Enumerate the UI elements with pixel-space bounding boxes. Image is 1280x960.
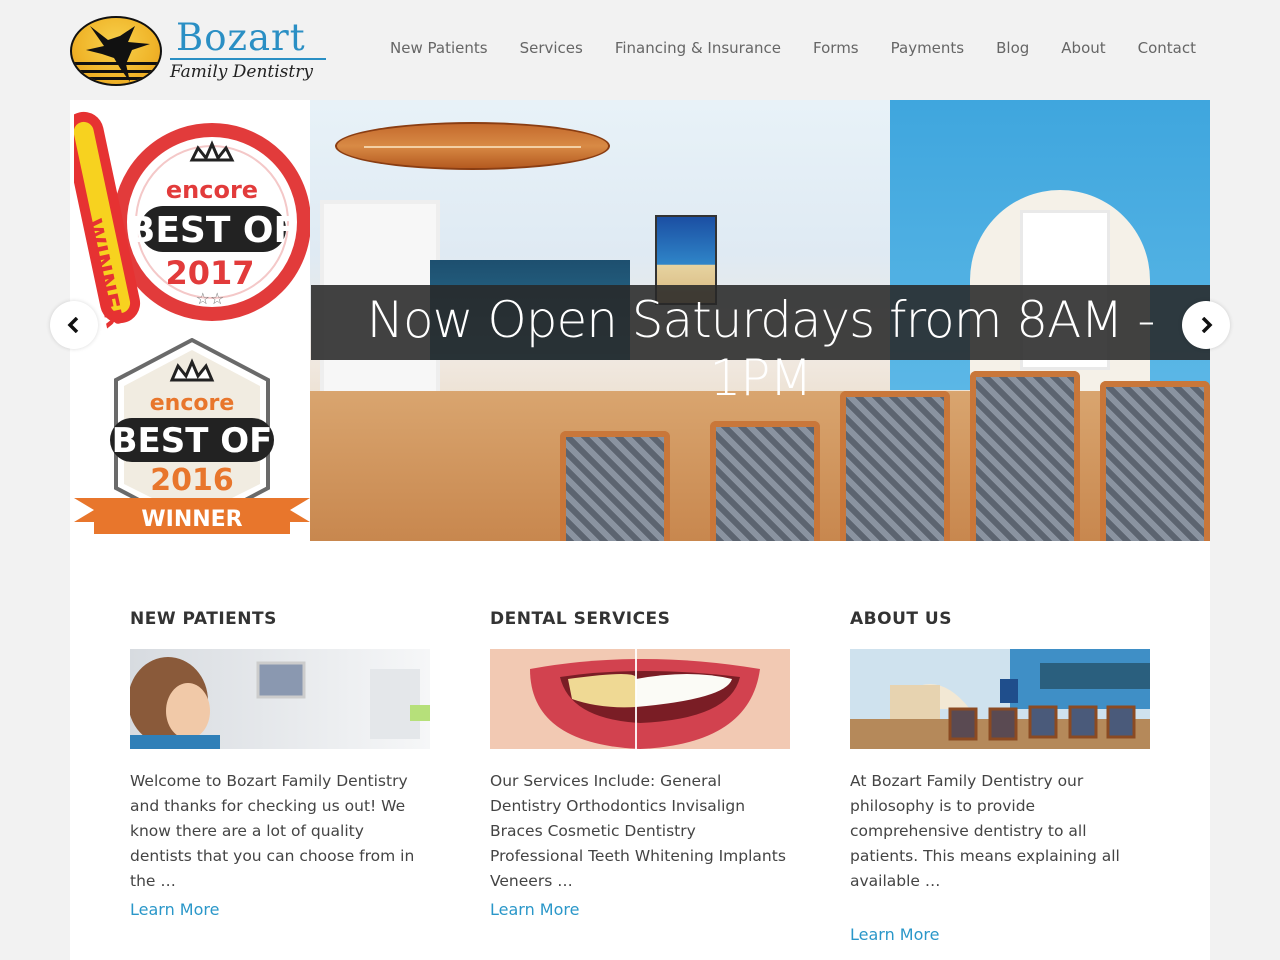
nav-about[interactable]: About bbox=[1045, 39, 1121, 57]
dental-services-learn-more[interactable]: Learn More bbox=[490, 900, 579, 919]
nav-blog[interactable]: Blog bbox=[980, 39, 1045, 57]
about-us-learn-more[interactable]: Learn More bbox=[850, 925, 939, 944]
card-text: Our Services Include: General Dentistry … bbox=[490, 772, 786, 890]
award-2017-title: BEST OF bbox=[128, 210, 298, 251]
logo-name: Bozart bbox=[176, 16, 306, 59]
site-logo[interactable]: Bozart Family Dentistry bbox=[70, 12, 330, 88]
nav-financing-insurance[interactable]: Financing & Insurance bbox=[599, 39, 797, 57]
logo-emblem bbox=[70, 16, 162, 86]
award-2016-brand: encore bbox=[150, 391, 235, 416]
pelican-icon bbox=[86, 26, 150, 82]
surfboard-decor bbox=[335, 122, 610, 170]
site-header: Bozart Family Dentistry New Patients Ser… bbox=[0, 0, 1280, 98]
card-heading: DENTAL SERVICES bbox=[490, 609, 671, 629]
awards-panel: WINNER encore BEST OF 2017 ☆☆ encore BES… bbox=[70, 100, 310, 541]
award-2016-year: 2016 bbox=[150, 463, 234, 498]
award-2016-title: BEST OF bbox=[112, 421, 273, 461]
nav-payments[interactable]: Payments bbox=[875, 39, 980, 57]
chevron-left-icon bbox=[67, 317, 79, 333]
card-text: Welcome to Bozart Family Dentistry and t… bbox=[130, 772, 415, 890]
slider-next-button[interactable] bbox=[1182, 301, 1230, 349]
slide-caption: Now Open Saturdays from 8AM - 1PM bbox=[311, 285, 1210, 407]
slide-caption-text: Now Open Saturdays from 8AM - 1PM bbox=[366, 291, 1156, 407]
card-heading: NEW PATIENTS bbox=[130, 609, 277, 629]
award-2017-year: 2017 bbox=[165, 254, 254, 292]
logo-tagline: Family Dentistry bbox=[170, 62, 313, 82]
logo-divider bbox=[170, 58, 326, 60]
nav-forms[interactable]: Forms bbox=[797, 39, 875, 57]
feature-section: NEW PATIENTS Welcome to Bozart Family De… bbox=[70, 541, 1210, 960]
award-2016-banner: WINNER bbox=[141, 507, 242, 532]
new-patients-thumbnail[interactable] bbox=[130, 649, 430, 749]
chevron-right-icon bbox=[1201, 317, 1213, 333]
main-nav: New Patients Services Financing & Insura… bbox=[374, 39, 1212, 57]
slider-prev-button[interactable] bbox=[50, 301, 98, 349]
nav-services[interactable]: Services bbox=[504, 39, 599, 57]
award-2017-brand: encore bbox=[166, 176, 258, 204]
new-patients-learn-more[interactable]: Learn More bbox=[130, 900, 219, 919]
card-heading: ABOUT US bbox=[850, 609, 952, 629]
nav-new-patients[interactable]: New Patients bbox=[374, 39, 504, 57]
about-us-thumbnail[interactable] bbox=[850, 649, 1150, 749]
award-badge-2016: encore BEST OF 2016 WINNER bbox=[74, 338, 310, 534]
dental-services-thumbnail[interactable] bbox=[490, 649, 790, 749]
card-text: At Bozart Family Dentistry our philosoph… bbox=[850, 772, 1120, 890]
award-badge-2017: WINNER encore BEST OF 2017 ☆☆ bbox=[74, 111, 310, 330]
hero-slider: WINNER encore BEST OF 2017 ☆☆ encore BES… bbox=[50, 100, 1230, 541]
svg-text:☆☆: ☆☆ bbox=[196, 289, 225, 308]
nav-contact[interactable]: Contact bbox=[1122, 39, 1212, 57]
